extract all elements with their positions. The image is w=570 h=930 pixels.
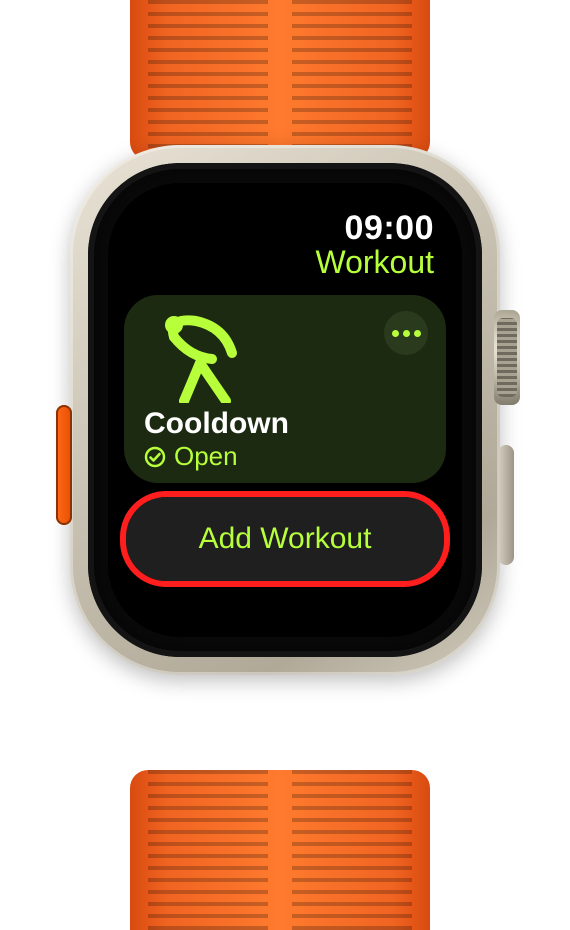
device-frame: 09:00 Workout — [0, 0, 570, 930]
workout-name: Cooldown — [144, 407, 426, 441]
add-workout-row: Add Workout — [126, 497, 444, 581]
checkmark-circle-icon — [144, 446, 166, 468]
add-workout-label: Add Workout — [199, 522, 372, 556]
workout-goal-label: Open — [174, 441, 238, 472]
cooldown-stretch-icon — [144, 311, 254, 403]
action-button[interactable] — [56, 405, 72, 525]
watch-screen: 09:00 Workout — [108, 183, 462, 637]
workout-card-cooldown[interactable]: Cooldown Open — [124, 295, 446, 483]
status-time: 09:00 — [108, 209, 434, 248]
workout-goal: Open — [144, 441, 426, 472]
watch-bezel: 09:00 Workout — [88, 163, 482, 657]
more-options-button[interactable] — [384, 311, 428, 355]
more-ellipsis-icon — [392, 330, 399, 337]
add-workout-button[interactable]: Add Workout — [126, 497, 444, 581]
app-title: Workout — [108, 244, 434, 281]
watch-band-bottom — [130, 770, 430, 930]
watch-case: 09:00 Workout — [70, 145, 500, 675]
digital-crown[interactable] — [494, 310, 520, 405]
watch-band-top — [130, 0, 430, 160]
side-button[interactable] — [498, 445, 514, 565]
status-bar: 09:00 Workout — [108, 183, 462, 281]
